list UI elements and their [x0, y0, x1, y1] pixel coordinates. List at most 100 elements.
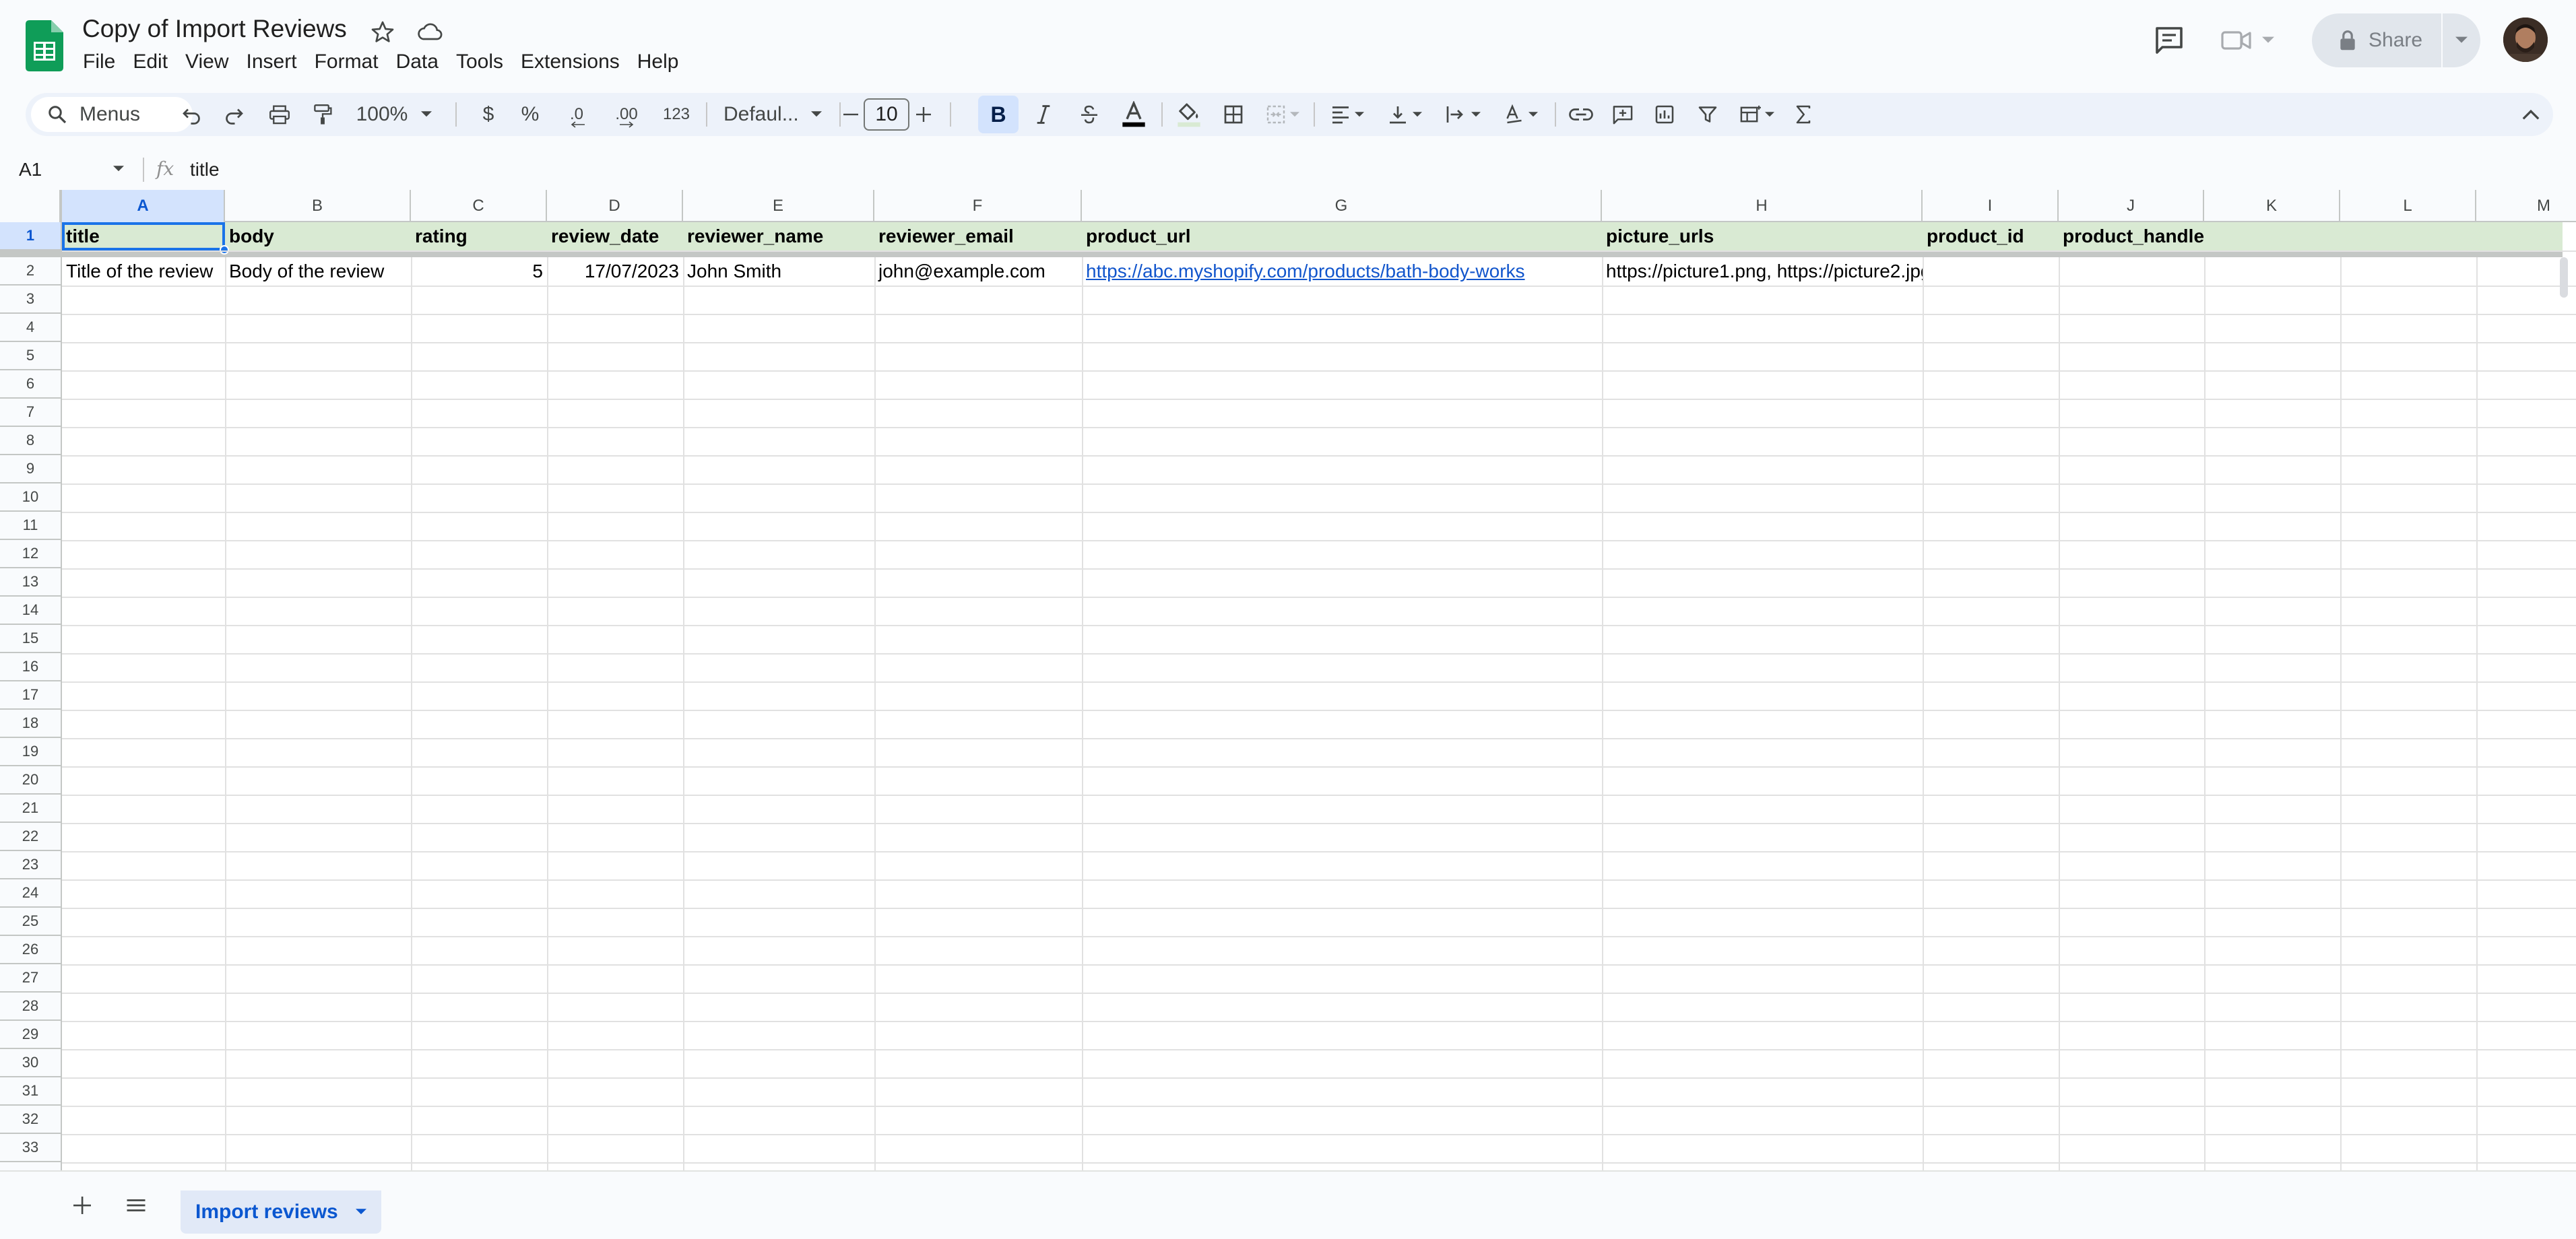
- formula-input[interactable]: title: [190, 155, 220, 185]
- row-header-18[interactable]: 18: [0, 710, 61, 738]
- row-header-3[interactable]: 3: [0, 286, 61, 314]
- all-sheets-button[interactable]: [119, 1188, 154, 1223]
- row-header-26[interactable]: 26: [0, 936, 61, 964]
- horizontal-align-button[interactable]: [1323, 93, 1372, 136]
- vertical-align-button[interactable]: [1381, 93, 1429, 136]
- column-header-i[interactable]: I: [1923, 190, 2059, 222]
- row-header-24[interactable]: 24: [0, 879, 61, 908]
- row-header-8[interactable]: 8: [0, 427, 61, 455]
- cell-d1[interactable]: review_date: [547, 222, 683, 250]
- menus-search[interactable]: Menus: [31, 97, 193, 132]
- column-header-d[interactable]: D: [547, 190, 683, 222]
- chevron-down-icon[interactable]: [113, 166, 124, 172]
- menu-view[interactable]: View: [176, 47, 237, 77]
- row-header-5[interactable]: 5: [0, 342, 61, 370]
- row-header-23[interactable]: 23: [0, 851, 61, 879]
- cell-c1[interactable]: rating: [411, 222, 547, 250]
- print-button[interactable]: [263, 93, 296, 136]
- zoom-select[interactable]: 100%: [350, 93, 438, 136]
- menu-data[interactable]: Data: [387, 47, 447, 77]
- product-url-link[interactable]: https://abc.myshopify.com/products/bath-…: [1086, 261, 1525, 281]
- row-header-17[interactable]: 17: [0, 681, 61, 710]
- cell-f1[interactable]: reviewer_email: [874, 222, 1082, 250]
- insert-link-button[interactable]: [1561, 93, 1601, 136]
- row-header-10[interactable]: 10: [0, 483, 61, 512]
- row-header-19[interactable]: 19: [0, 738, 61, 766]
- share-dropdown[interactable]: [2443, 13, 2480, 67]
- row-header-9[interactable]: 9: [0, 455, 61, 483]
- cell-j1[interactable]: product_handle: [2059, 222, 2204, 250]
- meet-button[interactable]: [2220, 23, 2288, 58]
- cell-a2[interactable]: Title of the review: [62, 257, 225, 286]
- column-header-l[interactable]: L: [2340, 190, 2476, 222]
- row-header-27[interactable]: 27: [0, 964, 61, 993]
- row-header-11[interactable]: 11: [0, 512, 61, 540]
- row-header-14[interactable]: 14: [0, 597, 61, 625]
- table-views-button[interactable]: [1733, 93, 1781, 136]
- create-filter-button[interactable]: [1691, 93, 1725, 136]
- row-header-33[interactable]: 33: [0, 1134, 61, 1162]
- comments-icon[interactable]: [2153, 26, 2185, 55]
- freeze-handle[interactable]: [0, 250, 62, 257]
- row-header-31[interactable]: 31: [0, 1077, 61, 1106]
- add-sheet-button[interactable]: [65, 1188, 100, 1223]
- row-header-25[interactable]: 25: [0, 908, 61, 936]
- column-header-f[interactable]: F: [874, 190, 1082, 222]
- column-header-h[interactable]: H: [1602, 190, 1923, 222]
- currency-format-button[interactable]: $: [472, 93, 505, 136]
- column-header-m[interactable]: M: [2476, 190, 2576, 222]
- menu-format[interactable]: Format: [306, 47, 387, 77]
- star-icon[interactable]: [369, 19, 396, 46]
- cell-j2[interactable]: [2059, 257, 2204, 286]
- cell-g1[interactable]: product_url: [1082, 222, 1602, 250]
- column-header-b[interactable]: B: [225, 190, 411, 222]
- row-header-29[interactable]: 29: [0, 1021, 61, 1049]
- fill-handle[interactable]: [220, 245, 229, 255]
- cell-e1[interactable]: reviewer_name: [683, 222, 874, 250]
- vertical-scroll-thumb[interactable]: [2560, 257, 2568, 298]
- menu-file[interactable]: File: [74, 47, 124, 77]
- cell-f2[interactable]: john@example.com: [874, 257, 1082, 286]
- menu-extensions[interactable]: Extensions: [512, 47, 629, 77]
- functions-button[interactable]: [1786, 93, 1820, 136]
- row-header-1[interactable]: 1: [0, 222, 61, 250]
- more-formats-button[interactable]: 123: [655, 93, 698, 136]
- cell-c2[interactable]: 5: [411, 257, 547, 286]
- row-header-6[interactable]: 6: [0, 370, 61, 399]
- redo-button[interactable]: [217, 93, 251, 136]
- document-title[interactable]: Copy of Import Reviews: [82, 15, 347, 43]
- cell-h2[interactable]: https://picture1.png, https://picture2.j…: [1602, 257, 1923, 286]
- row-header-7[interactable]: 7: [0, 399, 61, 427]
- decrease-decimal-button[interactable]: .0: [558, 93, 595, 136]
- insert-comment-button[interactable]: [1606, 93, 1640, 136]
- cell-d2[interactable]: 17/07/2023: [547, 257, 683, 286]
- cell-i2[interactable]: [1923, 257, 2059, 286]
- cell-b1[interactable]: body: [225, 222, 411, 250]
- column-header-j[interactable]: J: [2059, 190, 2204, 222]
- row-header-20[interactable]: 20: [0, 766, 61, 795]
- collapse-toolbar-button[interactable]: [2514, 93, 2548, 136]
- text-color-button[interactable]: [1116, 93, 1152, 136]
- row-header-16[interactable]: 16: [0, 653, 61, 681]
- select-all-corner[interactable]: [0, 190, 62, 222]
- menu-tools[interactable]: Tools: [447, 47, 512, 77]
- cell-h1[interactable]: picture_urls: [1602, 222, 1923, 250]
- column-header-k[interactable]: K: [2204, 190, 2340, 222]
- row-header-28[interactable]: 28: [0, 993, 61, 1021]
- insert-chart-button[interactable]: [1648, 93, 1681, 136]
- avatar[interactable]: [2503, 18, 2548, 62]
- row-header-32[interactable]: 32: [0, 1106, 61, 1134]
- font-select[interactable]: Defaul...: [718, 93, 837, 136]
- undo-button[interactable]: [175, 93, 209, 136]
- sheet-tab-import-reviews[interactable]: Import reviews: [181, 1191, 381, 1234]
- row-header-13[interactable]: 13: [0, 568, 61, 597]
- cell-e2[interactable]: John Smith: [683, 257, 874, 286]
- sheets-logo-icon[interactable]: [26, 20, 63, 71]
- cell-g2[interactable]: https://abc.myshopify.com/products/bath-…: [1082, 257, 1602, 286]
- menu-edit[interactable]: Edit: [124, 47, 176, 77]
- row-header-30[interactable]: 30: [0, 1049, 61, 1077]
- text-wrapping-button[interactable]: [1439, 93, 1487, 136]
- column-header-e[interactable]: E: [683, 190, 874, 222]
- row-header-2[interactable]: 2: [0, 257, 61, 286]
- chevron-down-icon[interactable]: [355, 1209, 366, 1215]
